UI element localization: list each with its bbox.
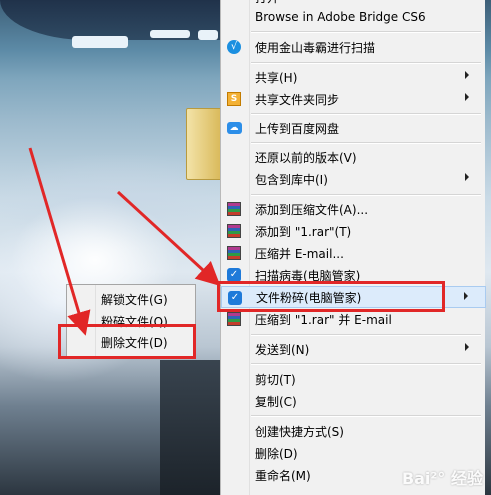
menu-item-label: 删除(D) [255, 446, 298, 461]
menu-item-label: 压缩并 E-mail... [255, 246, 344, 261]
menu-item-share-sync[interactable]: S 共享文件夹同步 [221, 88, 486, 110]
menu-separator [251, 194, 481, 196]
menu-item-bridge[interactable]: Browse in Adobe Bridge CS6 [221, 6, 486, 28]
menu-separator [251, 334, 481, 336]
menu-item-label: 创建快捷方式(S) [255, 424, 344, 439]
baidu-watermark: Bai²° 经验 [401, 469, 483, 488]
kingsoft-antivirus-icon: √ [226, 39, 242, 55]
winrar-icon [226, 201, 242, 217]
menu-item-add-to-rar[interactable]: 添加到 "1.rar"(T) [221, 220, 486, 242]
menu-item-label: 共享(H) [255, 70, 298, 85]
menu-item-copy[interactable]: 复制(C) [221, 390, 486, 412]
menu-item-restore-version[interactable]: 还原以前的版本(V) [221, 146, 486, 168]
menu-item-label: 打开 [255, 0, 279, 6]
menu-item-delete[interactable]: 删除(D) [221, 442, 486, 464]
submenu-item-unlock[interactable]: 解锁文件(G) [67, 288, 195, 310]
ice-floe [150, 30, 190, 38]
menu-item-send-to[interactable]: 发送到(N) [221, 338, 486, 360]
menu-item-upload-baidu[interactable]: ☁ 上传到百度网盘 [221, 117, 486, 139]
ice-floe [198, 30, 218, 40]
menu-separator [251, 363, 481, 365]
menu-item-label: 还原以前的版本(V) [255, 150, 357, 165]
menu-item-label: 添加到压缩文件(A)... [255, 202, 369, 217]
rocks [160, 360, 220, 495]
menu-separator [251, 31, 481, 33]
winrar-icon [226, 245, 242, 261]
baidu-cloud-icon: ☁ [226, 120, 242, 136]
menu-item-share[interactable]: 共享(H) [221, 66, 486, 88]
menu-separator [251, 113, 481, 115]
menu-item-include-library[interactable]: 包含到库中(I) [221, 168, 486, 190]
menu-item-label: 剪切(T) [255, 372, 296, 387]
menu-item-label: 重命名(M) [255, 468, 311, 483]
menu-item-label: 发送到(N) [255, 342, 310, 357]
highlight-box-shred [217, 281, 445, 312]
ice-floe [72, 36, 128, 48]
menu-item-label: 上传到百度网盘 [255, 121, 340, 136]
submenu-arrow-icon [464, 292, 468, 300]
menu-item-label: 解锁文件(G) [101, 292, 168, 307]
menu-item-label: 复制(C) [255, 394, 297, 409]
menu-item-compress-email[interactable]: 压缩并 E-mail... [221, 242, 486, 264]
menu-item-label: Browse in Adobe Bridge CS6 [255, 10, 426, 24]
menu-item-label: 添加到 "1.rar"(T) [255, 224, 352, 239]
winrar-icon [226, 223, 242, 239]
menu-separator [251, 415, 481, 417]
context-menu: 打开 Browse in Adobe Bridge CS6 √ 使用金山毒霸进行… [220, 0, 486, 495]
share-sync-icon: S [226, 91, 242, 107]
menu-item-label: 共享文件夹同步 [255, 92, 340, 107]
menu-item-label: 使用金山毒霸进行扫描 [255, 40, 376, 55]
highlight-box-delete [58, 324, 196, 359]
menu-item-label: 压缩到 "1.rar" 并 E-mail [255, 312, 392, 327]
menu-item-label: 包含到库中(I) [255, 172, 328, 187]
winrar-icon [226, 311, 242, 327]
submenu-arrow-icon [465, 71, 469, 79]
submenu-arrow-icon [465, 93, 469, 101]
menu-item-create-shortcut[interactable]: 创建快捷方式(S) [221, 420, 486, 442]
menu-separator [251, 62, 481, 64]
menu-item-cut[interactable]: 剪切(T) [221, 368, 486, 390]
menu-item-add-archive[interactable]: 添加到压缩文件(A)... [221, 198, 486, 220]
submenu-arrow-icon [465, 173, 469, 181]
submenu-arrow-icon [465, 343, 469, 351]
menu-item-kingsoft-scan[interactable]: √ 使用金山毒霸进行扫描 [221, 36, 486, 58]
menu-separator [251, 142, 481, 144]
folder-icon[interactable] [186, 108, 222, 180]
